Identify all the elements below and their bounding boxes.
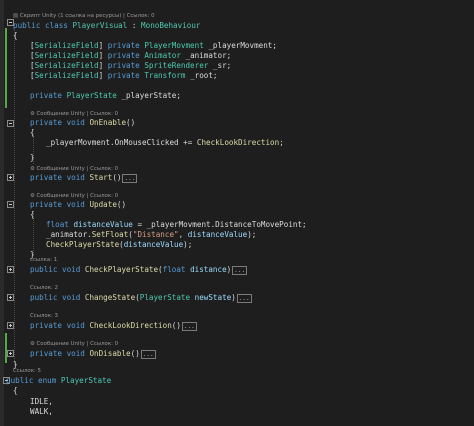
collapsed-region-marker[interactable]: ...	[236, 293, 252, 303]
code-editor[interactable]: ▤ Скрипт Unity (1 ссылка на ресурсы) | С…	[0, 0, 474, 426]
code-line-field-animator[interactable]: [SerializeField] private Animator _anima…	[30, 51, 231, 61]
collapsed-region-marker[interactable]: ...	[140, 349, 156, 359]
code-line-checkplayerstate[interactable]: public void CheckPlayerState(float dista…	[30, 265, 248, 275]
indent-guide	[14, 30, 16, 365]
code-line-enum-idle[interactable]: IDLE,	[30, 397, 53, 407]
fold-toggle-checkplayerstate[interactable]	[7, 266, 14, 273]
code-line-changestate[interactable]: public void ChangeState(PlayerState newS…	[30, 293, 252, 303]
codelens-onenable[interactable]: ⚙ Сообщение Unity | Ссылок: 0	[30, 111, 118, 118]
code-line-brace[interactable]: {	[13, 31, 18, 41]
code-line-brace[interactable]: }	[30, 153, 35, 163]
change-indicator	[5, 333, 7, 363]
fold-toggle-start[interactable]	[7, 174, 14, 181]
code-line-field-sr[interactable]: [SerializeField] private SpriteRenderer …	[30, 61, 231, 71]
codelens-class[interactable]: ▤ Скрипт Unity (1 ссылка на ресурсы) | С…	[13, 13, 155, 20]
code-line-field-playerstate[interactable]: private PlayerState _playerState;	[30, 91, 181, 101]
codelens-changestate[interactable]: Ссылок: 2	[30, 285, 58, 292]
code-line-enum[interactable]: public enum PlayerState	[6, 376, 111, 386]
codelens-ondisable[interactable]: ⚙ Сообщение Unity | Ссылок: 0	[30, 341, 118, 348]
code-line-brace[interactable]: {	[30, 128, 35, 138]
code-line-checklookdirection[interactable]: private void CheckLookDirection()...	[30, 321, 197, 331]
collapsed-region-marker[interactable]: ...	[232, 265, 248, 275]
code-line-class-declaration[interactable]: public class PlayerVisual : MonoBehaviou…	[13, 21, 200, 31]
code-line-update[interactable]: private void Update()	[30, 200, 126, 210]
change-indicator	[5, 90, 7, 102]
fold-toggle-ondisable[interactable]	[7, 350, 14, 357]
codelens-checklookdirection[interactable]: Ссылок: 3	[30, 313, 58, 320]
codelens-update[interactable]: ⚙ Сообщение Unity | Ссылок: 0	[30, 193, 118, 200]
code-line-enum-walk[interactable]: WALK,	[30, 407, 53, 417]
fold-toggle-changestate[interactable]	[7, 294, 14, 301]
code-line-onenable[interactable]: private void OnEnable()	[30, 118, 135, 128]
collapsed-region-marker[interactable]: ...	[122, 173, 138, 183]
code-line-setfloat[interactable]: _animator.SetFloat("Distance", distanceV…	[46, 230, 256, 240]
code-line-checkplayerstate-call[interactable]: CheckPlayerState(distanceValue);	[46, 240, 192, 250]
code-line-start[interactable]: private void Start()...	[30, 173, 138, 183]
editor-gutter	[0, 0, 4, 426]
fold-toggle-checklookdirection[interactable]	[7, 322, 14, 329]
code-line-field-playermovment[interactable]: [SerializeField] private PlayerMovment _…	[30, 41, 277, 51]
codelens-start[interactable]: ⚙ Сообщение Unity | Ссылок: 0	[30, 166, 118, 173]
code-line-brace[interactable]: {	[30, 210, 35, 220]
code-line-brace[interactable]: }	[13, 360, 18, 370]
code-line-brace[interactable]: {	[13, 386, 18, 396]
fold-toggle-onenable[interactable]	[7, 120, 14, 127]
code-line-ondisable[interactable]: private void OnDisable()...	[30, 349, 156, 359]
code-line-distance-value[interactable]: float distanceValue = _playerMovment.Dis…	[46, 220, 307, 230]
code-line-brace[interactable]: }	[30, 250, 35, 260]
fold-toggle-update[interactable]	[7, 201, 14, 208]
collapsed-region-marker[interactable]: ...	[181, 321, 197, 331]
code-line-subscribe[interactable]: _playerMovment.OnMouseClicked += CheckLo…	[46, 138, 284, 148]
code-line-field-root[interactable]: [SerializeField] private Transform _root…	[30, 71, 218, 81]
